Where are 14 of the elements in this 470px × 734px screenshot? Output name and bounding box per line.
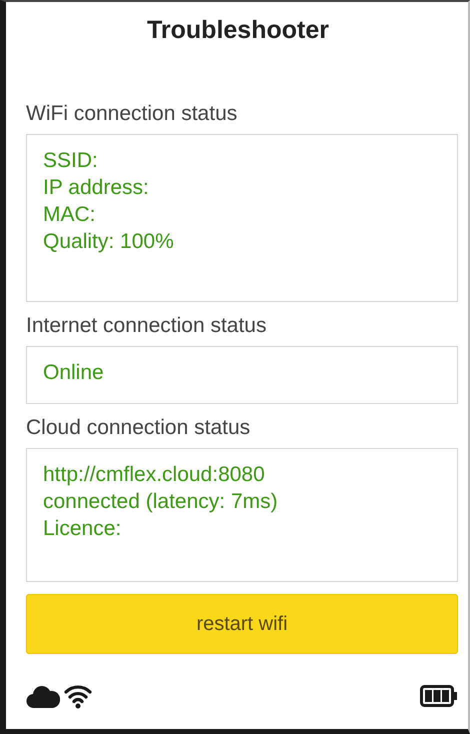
screen-title: Troubleshooter bbox=[146, 15, 330, 46]
section-label: Cloud connection status bbox=[26, 416, 252, 440]
status-line: Online bbox=[43, 361, 105, 385]
restart-button[interactable]: restart wifi bbox=[26, 594, 458, 654]
status-line: MAC: bbox=[43, 203, 96, 227]
status-line: Licence: bbox=[43, 517, 122, 541]
status-line: http://cmflex.cloud:8080 bbox=[43, 463, 266, 487]
section-label: Internet connection status bbox=[26, 314, 268, 338]
status-line: connected (latency: 7ms) bbox=[43, 490, 279, 514]
battery-icon bbox=[420, 684, 458, 706]
status-line: Quality: 100% bbox=[43, 230, 175, 254]
section-label: WiFi connection status bbox=[26, 102, 238, 126]
status-line: SSID: bbox=[43, 149, 99, 173]
status-line: IP address: bbox=[43, 176, 150, 200]
